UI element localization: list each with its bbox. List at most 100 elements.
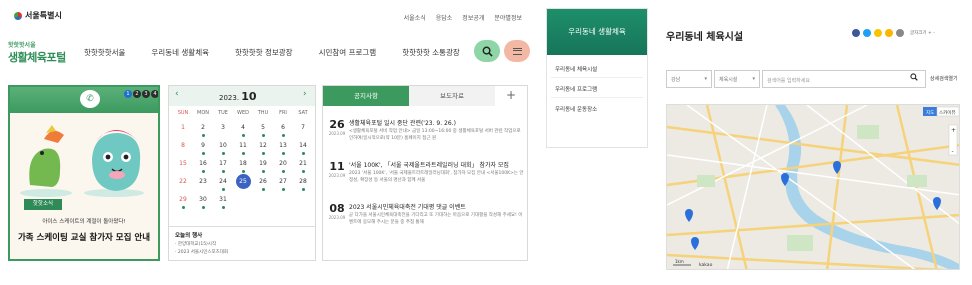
promo-banner[interactable]: ✆ 1 2 3 4 핫핫소식 아이스 스케이트의 계절이 돌아왔다! 가족 스케… (8, 85, 160, 261)
promo-page-dot[interactable]: 2 (133, 90, 141, 98)
calendar-day[interactable]: 7 (293, 122, 313, 138)
today-event-item[interactable]: · 2023 서울시민스포츠대회 (175, 249, 309, 255)
today-event-item[interactable]: · 한양대학교(15)시작 (175, 241, 309, 247)
calendar-day[interactable]: 30 (193, 194, 213, 210)
facebook-icon[interactable] (852, 29, 860, 37)
promo-page-dot[interactable]: 1 (124, 90, 132, 98)
top-link[interactable]: 서울소식 (404, 13, 426, 22)
calendar-day[interactable]: 28 (293, 176, 313, 192)
calendar-day[interactable]: 25 (233, 174, 253, 192)
search-button[interactable] (474, 40, 500, 62)
promo-page-dot[interactable]: 3 (142, 90, 150, 98)
calendar-day[interactable]: 31 (213, 194, 233, 210)
kakao-story-icon[interactable] (874, 29, 882, 37)
calendar-year: 2023. (219, 94, 240, 102)
font-size-control[interactable]: 글자크기 + - (910, 30, 935, 36)
gnb-item[interactable]: 핫핫핫핫 정보광장 (235, 47, 293, 58)
megaphone-icon: ✆ (80, 90, 100, 108)
calendar-day[interactable]: 5 (253, 122, 273, 138)
calendar-day[interactable]: 24 (213, 176, 233, 192)
calendar-grid: SUN MON TUE WED THU FRI SAT 1 2 3 4 5 6 7 8 9 10 11 12 13 14… (173, 110, 313, 210)
facility-map[interactable]: 지도 스카이뷰 + - 1km kakao (666, 104, 960, 270)
sidebar-item-programs[interactable]: 우리동네 프로그램 (555, 85, 597, 93)
skating-illustration (20, 125, 144, 197)
weekday-label: TUE (218, 110, 228, 116)
calendar-day[interactable]: 1 (173, 122, 193, 138)
detail-search-button[interactable]: 상세검색열기 (930, 75, 958, 82)
calendar-day[interactable]: 22 (173, 176, 193, 192)
notice-title: 생활체육포털 일시 중단 관련('23. 9. 26.) (349, 120, 456, 127)
map-mode-sky: 스카이뷰 (939, 109, 956, 116)
calendar-day[interactable]: 14 (293, 140, 313, 156)
notice-day: 26 (329, 118, 345, 131)
calendar-day[interactable]: 12 (253, 140, 273, 156)
map-mode-map: 지도 (926, 109, 934, 116)
next-month-icon[interactable]: › (303, 89, 307, 99)
calendar-day[interactable]: 27 (273, 176, 293, 192)
calendar-month-number: 10 (241, 90, 257, 103)
seoul-logo[interactable]: 서울특별시 (14, 10, 62, 21)
notice-item[interactable]: 11 2023.09 '서울 100K', 「서울 국제울트라트레일러닝 대회」 … (327, 158, 527, 204)
calendar-day[interactable]: 21 (293, 158, 313, 174)
sidebar-item-facilities[interactable]: 우리동네 체육시설 (555, 65, 597, 73)
gnb-item[interactable]: 우리동네 생활체육 (151, 47, 209, 58)
promo-title[interactable]: 가족 스케이팅 교실 참가자 모집 안내 (10, 231, 158, 243)
calendar-day[interactable]: 29 (173, 194, 193, 210)
brand-big: 생활체육포털 (8, 51, 66, 64)
menu-button[interactable] (504, 40, 530, 62)
search-input[interactable]: 검색어를 입력하세요 (762, 70, 926, 88)
district-value: 강남 (671, 77, 681, 83)
tab-press[interactable]: 보도자료 (409, 86, 495, 106)
gnb-item[interactable]: 핫핫핫핫서울 (84, 47, 125, 58)
district-select[interactable]: 강남 ▾ (666, 70, 712, 88)
portal-brand[interactable]: 핫핫핫서울 생활체육포털 (8, 40, 70, 65)
sidebar-item-places[interactable]: 우리동네 운동장소 (555, 105, 597, 113)
calendar-day[interactable]: 23 (193, 176, 213, 192)
calendar-day[interactable]: 8 (173, 140, 193, 156)
tab-notices[interactable]: 공지사항 (323, 86, 409, 106)
calendar-day[interactable]: 16 (193, 158, 213, 174)
calendar-day[interactable]: 6 (273, 122, 293, 138)
notice-date: 2023.09 (328, 215, 346, 220)
top-link[interactable]: 분야별정보 (494, 13, 522, 22)
calendar-day[interactable]: 2 (193, 122, 213, 138)
calendar-day[interactable]: 4 (233, 122, 253, 138)
weekday-label: WED (237, 110, 249, 116)
top-link[interactable]: 정보공개 (462, 13, 484, 22)
calendar-empty (293, 194, 313, 210)
calendar-day[interactable]: 3 (213, 122, 233, 138)
promo-pagination: 1 2 3 4 (124, 90, 158, 98)
calendar-day[interactable]: 19 (253, 158, 273, 174)
notice-body: 2023 '서울 100K', '서울 국제울트라트레일러닝대회', 참가자 모… (349, 171, 524, 183)
twitter-icon[interactable] (863, 29, 871, 37)
calendar-day[interactable]: 15 (173, 158, 193, 174)
more-notices-button[interactable]: + (495, 86, 527, 106)
prev-month-icon[interactable]: ‹ (175, 89, 179, 99)
notice-body: <생활체육포털 서비 작업 안내> 금일 13:00~16:00 중 생활체육포… (349, 129, 521, 141)
notice-item[interactable]: 26 2023.09 생활체육포털 일시 중단 관련('23. 9. 26.) <… (327, 116, 527, 162)
top-link[interactable]: 응답소 (436, 13, 453, 22)
blog-icon[interactable] (885, 29, 893, 37)
calendar-day[interactable]: 9 (193, 140, 213, 156)
gnb-item[interactable]: 핫핫핫핫 소통광장 (402, 47, 460, 58)
notice-item[interactable]: 08 2023.09 2023 서울시민체육대축전 기대평 댓글 이벤트 곧 다가… (327, 200, 527, 246)
notice-date: 2023.09 (328, 131, 346, 136)
facility-filter: 강남 ▾ 체육시설 ▾ 검색어를 입력하세요 상세검색열기 (666, 70, 960, 88)
gnb-item[interactable]: 시민참여 프로그램 (319, 47, 377, 58)
calendar-day[interactable]: 11 (233, 140, 253, 156)
promo-page-dot[interactable]: 4 (151, 90, 158, 98)
zoom-in-icon: + (951, 127, 956, 134)
calendar-day[interactable]: 13 (273, 140, 293, 156)
calendar-day[interactable]: 18 (233, 158, 253, 174)
promo-subtitle: 아이스 스케이트의 계절이 돌아왔다! (42, 219, 126, 225)
calendar-day[interactable]: 20 (273, 158, 293, 174)
map-scale: 1km (675, 259, 684, 264)
notice-board: 공지사항 보도자료 + 26 2023.09 생활체육포털 일시 중단 관련('2… (322, 85, 528, 261)
search-icon[interactable] (910, 73, 918, 81)
calendar-day[interactable]: 10 (213, 140, 233, 156)
type-select[interactable]: 체육시설 ▾ (714, 70, 760, 88)
calendar-day[interactable]: 17 (213, 158, 233, 174)
print-icon[interactable] (896, 29, 904, 37)
calendar-empty (273, 194, 293, 210)
calendar-day[interactable]: 26 (253, 176, 273, 192)
